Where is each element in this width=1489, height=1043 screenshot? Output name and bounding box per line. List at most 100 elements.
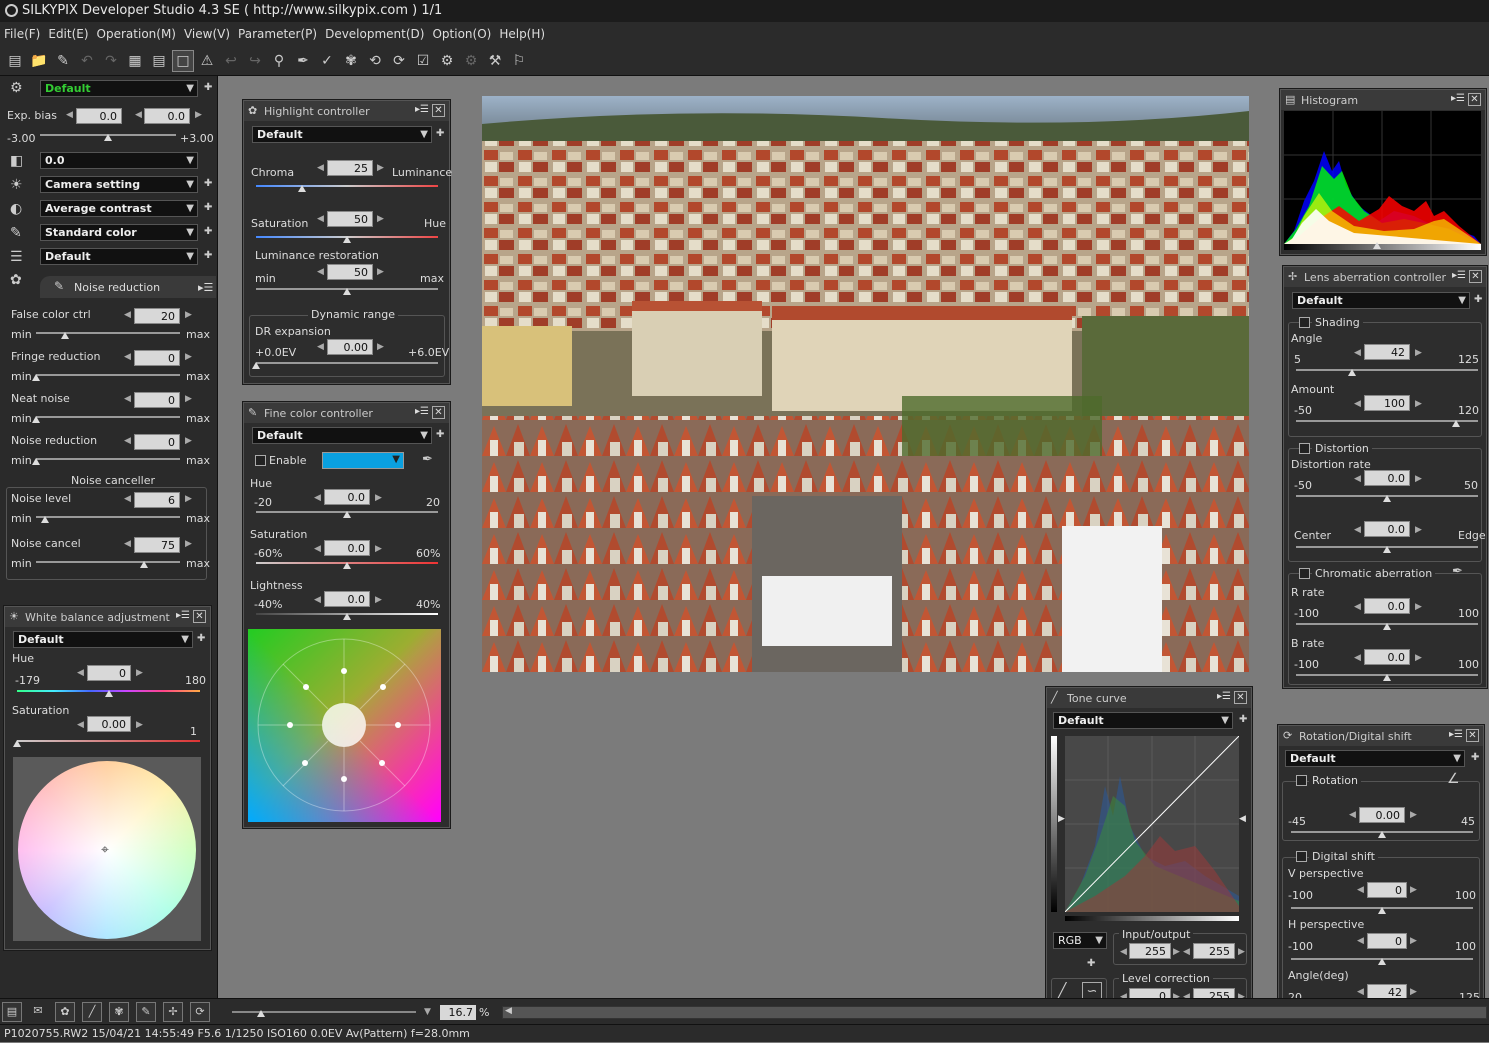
right-arrow-icon[interactable]: ▶: [185, 352, 192, 362]
chroma-thumb[interactable]: [297, 185, 306, 192]
right-arrow-icon[interactable]: ▶: [1415, 602, 1422, 612]
horizontal-scrollbar[interactable]: ◀: [502, 1006, 1487, 1019]
left-arrow-icon[interactable]: ◀: [314, 544, 321, 554]
slider-input[interactable]: 0: [134, 350, 180, 366]
fine-color-wheel[interactable]: [248, 629, 441, 822]
wb-header[interactable]: ☀ White balance adjustment ▸☰ ✕: [5, 607, 210, 627]
wb-sat-track[interactable]: [17, 740, 200, 742]
left-arrow-icon[interactable]: ◀: [77, 720, 84, 730]
left-arrow-icon[interactable]: ◀: [77, 668, 84, 678]
fc-row-input[interactable]: 0.0: [324, 591, 370, 607]
left-arrow-icon[interactable]: ◀: [124, 436, 131, 446]
hl-saturation-thumb[interactable]: [343, 236, 351, 243]
slider-track[interactable]: [36, 561, 180, 563]
panel-menu-icon[interactable]: ▸☰: [198, 281, 213, 294]
left-arrow-icon[interactable]: ◀: [1120, 947, 1127, 957]
left-arrow-icon[interactable]: ◀: [1239, 814, 1246, 824]
rotation-checkbox[interactable]: [1296, 775, 1307, 786]
warning-icon[interactable]: ⚠: [196, 50, 218, 72]
left-arrow-icon[interactable]: ◀: [124, 310, 131, 320]
slider-track[interactable]: [36, 416, 180, 418]
eraser-icon[interactable]: ✎: [52, 50, 74, 72]
develop-icon[interactable]: ⚙: [436, 50, 458, 72]
left-arrow-icon[interactable]: ◀: [1357, 936, 1364, 946]
r-rate-thumb[interactable]: [1383, 623, 1391, 630]
left-arrow-icon[interactable]: ◀: [124, 394, 131, 404]
lumrest-input[interactable]: 50: [327, 264, 373, 280]
chromatic-checkbox[interactable]: [1299, 568, 1310, 579]
amount-track[interactable]: [1296, 420, 1478, 422]
preview-icon[interactable]: □: [172, 49, 194, 72]
histogram-toggle-icon[interactable]: ▤: [2, 1002, 22, 1022]
right-arrow-icon[interactable]: ▶: [375, 595, 382, 605]
add-preset-icon[interactable]: ✚: [436, 429, 444, 440]
left-arrow-icon[interactable]: ◀: [317, 163, 324, 173]
add-preset-icon[interactable]: ✚: [1474, 294, 1482, 305]
slider-thumb[interactable]: [32, 374, 40, 381]
slider-input[interactable]: 75: [134, 537, 180, 553]
right-arrow-icon[interactable]: ▶: [1415, 525, 1422, 535]
finecolor-header[interactable]: ✎ Fine color controller ▸☰ ✕: [244, 403, 449, 423]
slider-thumb[interactable]: [60, 332, 69, 339]
fc-row-input[interactable]: 0.0: [324, 489, 370, 505]
slider-thumb[interactable]: [40, 516, 49, 523]
right-arrow-icon[interactable]: ▶: [1410, 885, 1417, 895]
menu-operation[interactable]: Operation(M): [97, 27, 176, 41]
add-taste-icon[interactable]: ✚: [204, 82, 212, 93]
chroma-input[interactable]: 25: [327, 160, 373, 176]
left-arrow-icon[interactable]: ◀: [66, 110, 73, 120]
left-arrow-icon[interactable]: ◀: [1354, 653, 1361, 663]
highlight-toggle-icon[interactable]: ✿: [55, 1002, 75, 1022]
close-icon[interactable]: ✕: [1466, 729, 1479, 742]
taste-dropdown[interactable]: Default ▼: [40, 80, 198, 97]
menu-help[interactable]: Help(H): [499, 27, 545, 41]
white-picker-icon[interactable]: ✓: [316, 50, 338, 72]
menu-edit[interactable]: Edit(E): [48, 27, 88, 41]
color-swatch-dropdown[interactable]: ▼: [322, 452, 404, 469]
zoom-slider-thumb[interactable]: [257, 1010, 265, 1017]
right-arrow-icon[interactable]: ▶: [377, 342, 384, 352]
right-arrow-icon[interactable]: ▶: [136, 668, 143, 678]
left-arrow-icon[interactable]: ◀: [1349, 810, 1356, 820]
right-arrow-icon[interactable]: ▶: [185, 310, 192, 320]
angle-thumb[interactable]: [1348, 369, 1357, 376]
rotation-thumb[interactable]: [1378, 831, 1386, 838]
distortion-checkbox[interactable]: [1299, 443, 1310, 454]
menu-development[interactable]: Development(D): [325, 27, 424, 41]
batch-icon[interactable]: ⚙: [460, 50, 482, 72]
center-thumb[interactable]: [1383, 546, 1391, 553]
b-rate-input[interactable]: 0.0: [1364, 649, 1410, 665]
rotation-input[interactable]: 0.00: [1359, 807, 1405, 823]
close-icon[interactable]: ✕: [1468, 93, 1481, 106]
lens-header[interactable]: ✢ Lens aberration controller ▸☰ ✕: [1284, 267, 1486, 287]
tone-dropdown[interactable]: Average contrast ▼: [40, 200, 198, 217]
right-arrow-icon[interactable]: ▶: [377, 214, 384, 224]
right-arrow-icon[interactable]: ▶: [375, 544, 382, 554]
exp-slider-thumb[interactable]: [104, 134, 112, 141]
zoom-icon[interactable]: ⚲: [268, 50, 290, 72]
right-arrow-icon[interactable]: ▶: [185, 394, 192, 404]
right-arrow-icon[interactable]: ▶: [1415, 653, 1422, 663]
finecolor-toggle-icon[interactable]: ✎: [136, 1002, 156, 1022]
slider-thumb[interactable]: [32, 458, 40, 465]
rotate-right-icon[interactable]: ⟳: [388, 50, 410, 72]
add-sharpness-icon[interactable]: ✚: [204, 250, 212, 261]
lens-toggle-icon[interactable]: ✢: [163, 1002, 183, 1022]
finecolor-preset-dropdown[interactable]: Default ▼: [252, 427, 432, 444]
left-arrow-icon[interactable]: ◀: [1354, 399, 1361, 409]
right-arrow-icon[interactable]: ▶: [1415, 474, 1422, 484]
distortion-input[interactable]: 0.0: [1364, 470, 1410, 486]
close-icon[interactable]: ✕: [193, 610, 206, 623]
histogram-header[interactable]: ▤ Histogram ▸☰ ✕: [1281, 90, 1485, 110]
panel-menu-icon[interactable]: ▸☰: [1452, 270, 1466, 283]
slider-thumb[interactable]: [140, 561, 148, 568]
left-arrow-icon[interactable]: ◀: [124, 494, 131, 504]
left-arrow-icon[interactable]: ◀: [1354, 348, 1361, 358]
left-arrow-icon[interactable]: ◀: [505, 1006, 512, 1016]
close-icon[interactable]: ✕: [432, 104, 445, 117]
rotation-header[interactable]: ⟳ Rotation/Digital shift ▸☰ ✕: [1279, 726, 1483, 746]
left-arrow-icon[interactable]: ◀: [1183, 947, 1190, 957]
wb-color-wheel-area[interactable]: ⌖: [13, 757, 201, 941]
menu-view[interactable]: View(V): [184, 27, 230, 41]
dr-input[interactable]: 0.00: [327, 339, 373, 355]
